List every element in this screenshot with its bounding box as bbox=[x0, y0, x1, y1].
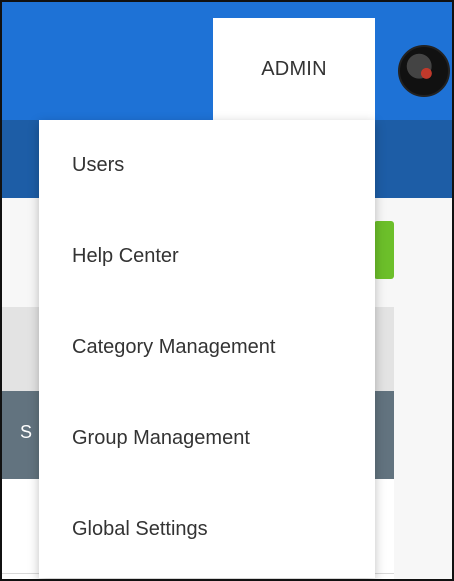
table-header-label: S bbox=[20, 422, 33, 442]
user-avatar[interactable] bbox=[398, 45, 450, 97]
app-window: ADMIN S Users Help Center Category Manag… bbox=[0, 0, 454, 581]
menu-item-users[interactable]: Users bbox=[39, 120, 375, 211]
menu-item-global-settings[interactable]: Global Settings bbox=[39, 484, 375, 575]
menu-item-category-management[interactable]: Category Management bbox=[39, 302, 375, 393]
green-action-button[interactable] bbox=[374, 221, 394, 279]
admin-menu-tab[interactable]: ADMIN bbox=[213, 18, 375, 120]
menu-item-help-center[interactable]: Help Center bbox=[39, 211, 375, 302]
menu-item-group-management[interactable]: Group Management bbox=[39, 393, 375, 484]
admin-dropdown-menu: Users Help Center Category Management Gr… bbox=[39, 120, 375, 578]
